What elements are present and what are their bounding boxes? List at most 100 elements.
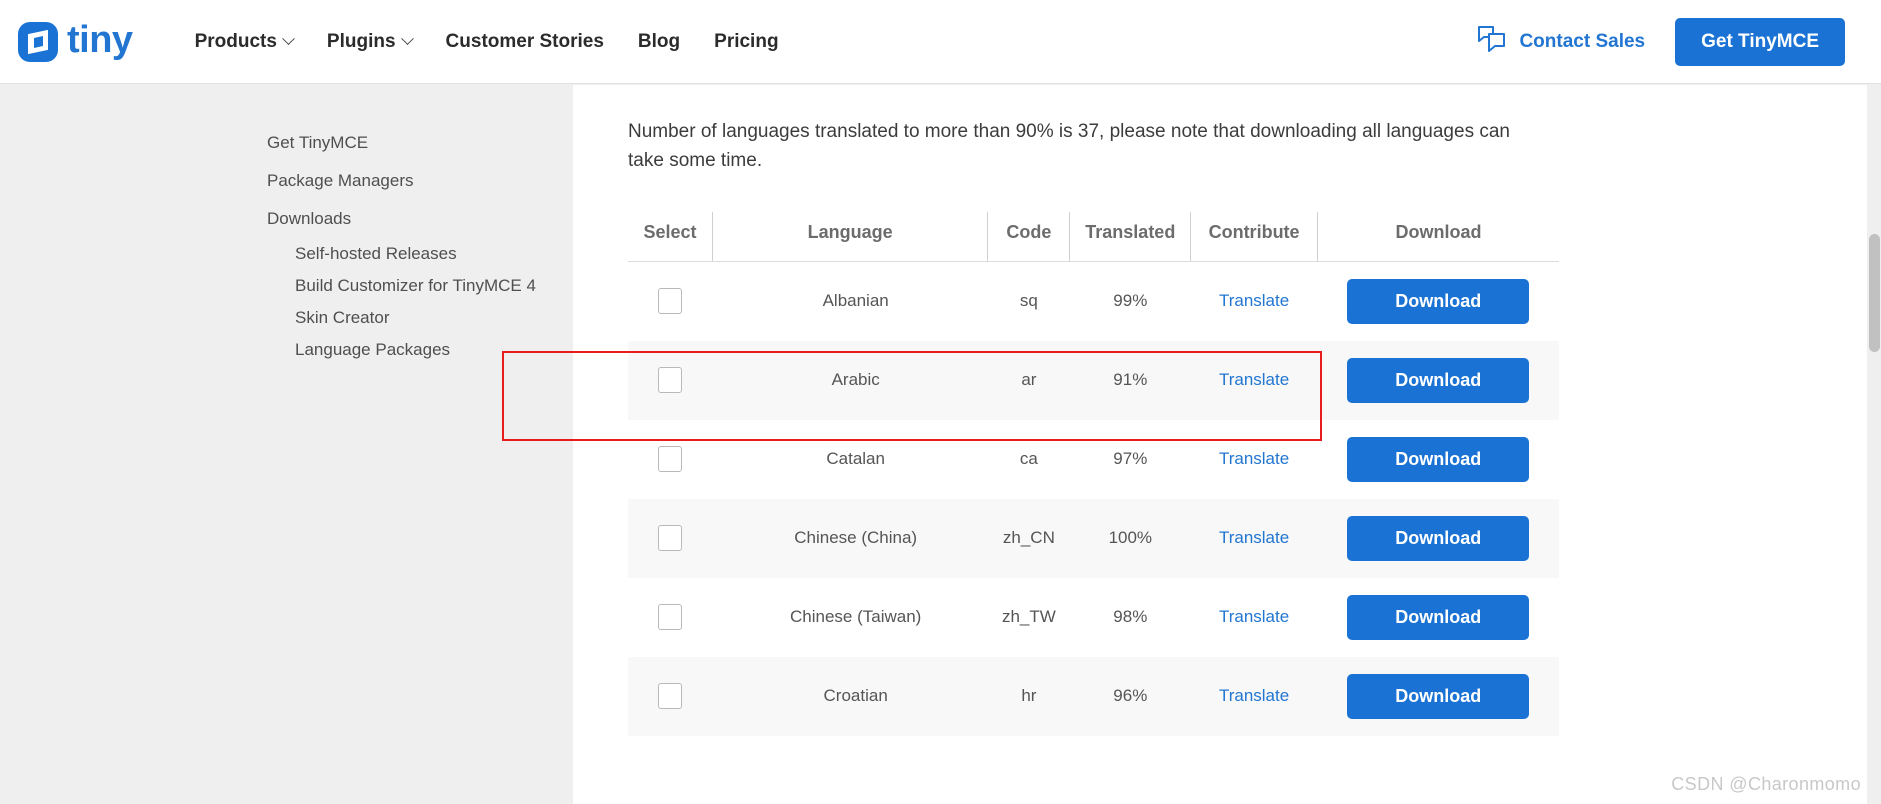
row-checkbox[interactable] xyxy=(658,683,682,709)
table-header-row: Select Language Code Translated Contribu… xyxy=(628,212,1559,262)
chevron-down-icon xyxy=(282,32,295,45)
cell-download: Download xyxy=(1317,578,1559,657)
column-header-translated: Translated xyxy=(1070,212,1191,262)
cell-select xyxy=(628,499,713,578)
nav-item-blog[interactable]: Blog xyxy=(638,31,680,53)
cell-code: ar xyxy=(988,341,1070,420)
download-button[interactable]: Download xyxy=(1347,437,1529,482)
tiny-logo-text: tiny xyxy=(67,21,133,59)
sidebar-item-language-packages[interactable]: Language Packages xyxy=(0,334,573,366)
nav-item-pricing-label: Pricing xyxy=(714,31,778,53)
nav-item-blog-label: Blog xyxy=(638,31,680,53)
table-body: Albanian sq 99% Translate Download Arabi… xyxy=(628,261,1559,736)
sidebar-item-get-tinymce[interactable]: Get TinyMCE xyxy=(0,124,573,162)
translate-link[interactable]: Translate xyxy=(1219,607,1289,626)
nav-right-actions: Contact Sales Get TinyMCE xyxy=(1477,18,1845,66)
cell-translated: 98% xyxy=(1070,578,1191,657)
column-header-contribute: Contribute xyxy=(1191,212,1318,262)
cell-translated: 99% xyxy=(1070,261,1191,341)
cell-translated: 97% xyxy=(1070,420,1191,499)
cell-contribute: Translate xyxy=(1191,261,1318,341)
cell-select xyxy=(628,657,713,736)
cell-code: hr xyxy=(988,657,1070,736)
sidebar-item-self-hosted-releases[interactable]: Self-hosted Releases xyxy=(0,238,573,270)
cell-translated: 91% xyxy=(1070,341,1191,420)
cell-contribute: Translate xyxy=(1191,657,1318,736)
row-checkbox[interactable] xyxy=(658,604,682,630)
cell-translated: 100% xyxy=(1070,499,1191,578)
nav-item-pricing[interactable]: Pricing xyxy=(714,31,778,53)
download-button[interactable]: Download xyxy=(1347,358,1529,403)
translate-link[interactable]: Translate xyxy=(1219,370,1289,389)
column-header-select: Select xyxy=(628,212,713,262)
row-checkbox[interactable] xyxy=(658,367,682,393)
sidebar-item-downloads[interactable]: Downloads xyxy=(0,200,573,238)
page-scrollbar-track[interactable] xyxy=(1867,170,1881,804)
column-header-download: Download xyxy=(1317,212,1559,262)
cell-language: Chinese (China) xyxy=(713,499,988,578)
tiny-logo[interactable]: tiny xyxy=(18,22,133,62)
sidebar-item-skin-creator[interactable]: Skin Creator xyxy=(0,302,573,334)
translate-link[interactable]: Translate xyxy=(1219,686,1289,705)
table-header: Select Language Code Translated Contribu… xyxy=(628,212,1559,262)
primary-nav-links: Products Plugins Customer Stories Blog P… xyxy=(195,31,779,53)
page-root: tiny Products Plugins Customer Stories B… xyxy=(0,0,1881,804)
tiny-logo-icon xyxy=(18,22,58,62)
table-row: Chinese (Taiwan) zh_TW 98% Translate Dow… xyxy=(628,578,1559,657)
body-area: Get TinyMCE Package Managers Downloads S… xyxy=(0,85,1881,804)
cell-code: ca xyxy=(988,420,1070,499)
cell-download: Download xyxy=(1317,499,1559,578)
cell-select xyxy=(628,261,713,341)
contact-sales-link[interactable]: Contact Sales xyxy=(1477,25,1645,58)
sidebar-item-package-managers[interactable]: Package Managers xyxy=(0,162,573,200)
chevron-down-icon xyxy=(401,32,414,45)
translate-link[interactable]: Translate xyxy=(1219,291,1289,310)
download-button[interactable]: Download xyxy=(1347,595,1529,640)
nav-item-customer-stories[interactable]: Customer Stories xyxy=(446,31,604,53)
cell-language: Chinese (Taiwan) xyxy=(713,578,988,657)
nav-item-customer-stories-label: Customer Stories xyxy=(446,31,604,53)
main-content: Number of languages translated to more t… xyxy=(573,85,1867,804)
cell-translated: 96% xyxy=(1070,657,1191,736)
table-row: Catalan ca 97% Translate Download xyxy=(628,420,1559,499)
cell-code: zh_CN xyxy=(988,499,1070,578)
contact-sales-label: Contact Sales xyxy=(1519,31,1645,53)
get-tinymce-button[interactable]: Get TinyMCE xyxy=(1675,18,1845,66)
cell-download: Download xyxy=(1317,261,1559,341)
cell-language: Croatian xyxy=(713,657,988,736)
cell-download: Download xyxy=(1317,341,1559,420)
download-button[interactable]: Download xyxy=(1347,516,1529,561)
sidebar-item-build-customizer[interactable]: Build Customizer for TinyMCE 4 xyxy=(0,270,573,302)
table-row: Arabic ar 91% Translate Download xyxy=(628,341,1559,420)
cell-contribute: Translate xyxy=(1191,578,1318,657)
row-checkbox[interactable] xyxy=(658,288,682,314)
cell-download: Download xyxy=(1317,420,1559,499)
nav-item-products-label: Products xyxy=(195,31,277,53)
cell-select xyxy=(628,420,713,499)
chat-bubbles-icon xyxy=(1477,25,1507,58)
download-button[interactable]: Download xyxy=(1347,674,1529,719)
table-row: Croatian hr 96% Translate Download xyxy=(628,657,1559,736)
page-scrollbar-thumb[interactable] xyxy=(1869,234,1880,352)
docs-sidebar: Get TinyMCE Package Managers Downloads S… xyxy=(0,85,573,804)
cell-contribute: Translate xyxy=(1191,341,1318,420)
cell-code: sq xyxy=(988,261,1070,341)
cell-download: Download xyxy=(1317,657,1559,736)
row-checkbox[interactable] xyxy=(658,525,682,551)
translate-link[interactable]: Translate xyxy=(1219,449,1289,468)
top-navigation-bar: tiny Products Plugins Customer Stories B… xyxy=(0,0,1881,84)
cell-code: zh_TW xyxy=(988,578,1070,657)
nav-item-plugins-label: Plugins xyxy=(327,31,396,53)
download-button[interactable]: Download xyxy=(1347,279,1529,324)
translate-link[interactable]: Translate xyxy=(1219,528,1289,547)
nav-item-plugins[interactable]: Plugins xyxy=(327,31,412,53)
cell-language: Albanian xyxy=(713,261,988,341)
watermark-text: CSDN @Charonmomo xyxy=(1671,774,1861,795)
cell-contribute: Translate xyxy=(1191,499,1318,578)
row-checkbox[interactable] xyxy=(658,446,682,472)
cell-contribute: Translate xyxy=(1191,420,1318,499)
nav-item-products[interactable]: Products xyxy=(195,31,293,53)
language-packages-table: Select Language Code Translated Contribu… xyxy=(628,212,1559,736)
cell-language: Arabic xyxy=(713,341,988,420)
intro-paragraph: Number of languages translated to more t… xyxy=(628,117,1528,176)
